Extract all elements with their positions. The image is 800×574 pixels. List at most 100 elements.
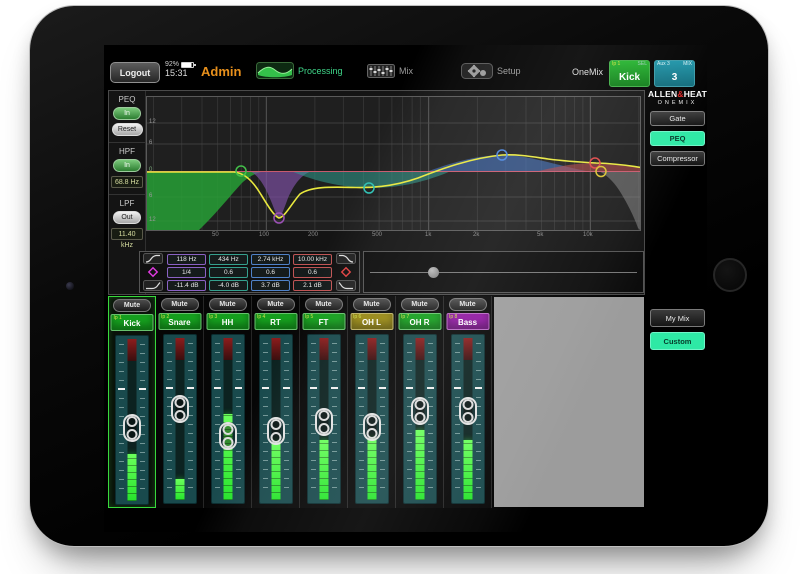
mute-button[interactable]: Mute: [353, 298, 391, 311]
zero-db-tick: [427, 387, 434, 389]
channel-name-button[interactable]: Ip 5 FT: [302, 313, 345, 330]
channel-name-button[interactable]: Ip 4 RT: [254, 313, 297, 330]
divider: [109, 194, 145, 195]
fader-track[interactable]: [163, 334, 197, 504]
fader-track[interactable]: [451, 334, 485, 504]
fader-cap[interactable]: [315, 408, 333, 436]
fader-track[interactable]: [211, 334, 245, 504]
band1-freq[interactable]: 118 Hz: [167, 254, 206, 265]
fader-cap[interactable]: [267, 417, 285, 445]
mute-button[interactable]: Mute: [449, 298, 487, 311]
tab-mix[interactable]: Mix: [367, 64, 413, 78]
band2-freq[interactable]: 434 Hz: [209, 254, 248, 265]
hpf-in-button[interactable]: In: [113, 159, 141, 172]
channel-fader[interactable]: [258, 333, 294, 505]
channel-name-label: Bass: [447, 318, 488, 327]
band3-freq[interactable]: 2.74 kHz: [251, 254, 290, 265]
fader-track[interactable]: [403, 334, 437, 504]
logout-button[interactable]: Logout: [110, 62, 160, 83]
lpf-frequency-value[interactable]: 11.40 kHz: [111, 228, 143, 240]
band1-gain[interactable]: -11.4 dB: [167, 280, 206, 291]
mute-label: Mute: [171, 301, 187, 308]
channel-name-button[interactable]: Ip 6 OH L: [350, 313, 393, 330]
fader-scale-ticks: [476, 343, 481, 495]
high-shelf-curve-icon[interactable]: [336, 280, 356, 291]
mute-button[interactable]: Mute: [113, 299, 151, 312]
mute-button[interactable]: Mute: [161, 298, 199, 311]
selected-mix-button[interactable]: Aux 3 MIX 3: [654, 60, 695, 87]
battery-icon: [181, 62, 194, 68]
channel-fader[interactable]: [114, 334, 150, 506]
custom-button[interactable]: Custom: [650, 332, 705, 350]
band2-width[interactable]: 0.6: [209, 267, 248, 278]
channel-fader[interactable]: [210, 333, 246, 505]
channel-name-button[interactable]: Ip 8 Bass: [446, 313, 489, 330]
channel-fader[interactable]: [162, 333, 198, 505]
peak-diamond-icon[interactable]: [340, 266, 352, 278]
channel-name-label: Kick: [112, 319, 153, 328]
mix-label: MIX: [683, 62, 692, 67]
top-bar: Logout 92% 15:31 Admin Processing: [104, 58, 707, 90]
band2-gain[interactable]: -4.0 dB: [209, 280, 248, 291]
fader-track[interactable]: [307, 334, 341, 504]
fader-cap[interactable]: [363, 413, 381, 441]
fader-cap[interactable]: [219, 422, 237, 450]
zero-db-tick: [310, 387, 317, 389]
divider: [109, 142, 145, 143]
channel-name-button[interactable]: Ip 1 Kick: [111, 314, 154, 331]
selected-channel-button[interactable]: Ip 1 SEL Kick: [609, 60, 650, 87]
fader-track[interactable]: [115, 335, 149, 505]
low-shelf-curve-icon[interactable]: [143, 280, 163, 291]
channel-fader[interactable]: [402, 333, 438, 505]
notch-diamond-icon[interactable]: [147, 266, 159, 278]
band4-freq[interactable]: 10.00 kHz: [293, 254, 332, 265]
tab-processing[interactable]: Processing: [256, 62, 343, 79]
lpf-section-title: LPF: [109, 199, 145, 208]
lpf-out-button[interactable]: Out: [113, 211, 141, 224]
channel-name-button[interactable]: Ip 3 HH: [206, 313, 249, 330]
band4-width[interactable]: 0.6: [293, 267, 332, 278]
x-axis-label: 200: [308, 232, 318, 238]
mute-button[interactable]: Mute: [257, 298, 295, 311]
channel-fader[interactable]: [306, 333, 342, 505]
mute-button[interactable]: Mute: [401, 298, 439, 311]
fader-cap[interactable]: [459, 397, 477, 425]
home-button[interactable]: [713, 258, 747, 292]
fader-cap[interactable]: [123, 414, 141, 442]
fader-track[interactable]: [355, 334, 389, 504]
my-mix-button[interactable]: My Mix: [650, 309, 705, 327]
band3-gain[interactable]: 3.7 dB: [251, 280, 290, 291]
peq-reset-button[interactable]: Reset: [112, 123, 143, 136]
fader-cap[interactable]: [411, 397, 429, 425]
fader-track[interactable]: [259, 334, 293, 504]
hpf-curve-icon[interactable]: [143, 253, 163, 264]
front-camera: [66, 282, 74, 290]
gate-button[interactable]: Gate: [650, 111, 705, 126]
compressor-button[interactable]: Compressor: [650, 151, 705, 166]
band1-width[interactable]: 1/4: [167, 267, 206, 278]
fader-cap[interactable]: [171, 395, 189, 423]
channel-name-button[interactable]: Ip 7 OH R: [398, 313, 441, 330]
lpf-curve-icon[interactable]: [336, 253, 356, 264]
slider-handle[interactable]: [428, 267, 439, 278]
mute-button[interactable]: Mute: [305, 298, 343, 311]
band3-width[interactable]: 0.6: [251, 267, 290, 278]
channel-strip: Mute Ip 6 OH L: [348, 296, 396, 508]
zero-db-tick: [214, 387, 221, 389]
channel-strip: Mute Ip 8 Bass: [444, 296, 492, 508]
mix-number: 3: [655, 72, 694, 83]
peq-button[interactable]: PEQ: [650, 131, 705, 146]
channel-name-button[interactable]: Ip 2 Snare: [158, 313, 201, 330]
band3-params: 2.74 kHz 0.6 3.7 dB: [251, 254, 290, 291]
tab-setup[interactable]: Setup: [461, 63, 521, 79]
zero-db-tick: [166, 387, 173, 389]
eq-curve-graph[interactable]: 12 6 0 6 12: [146, 96, 641, 231]
channel-fader[interactable]: [354, 333, 390, 505]
channel-fader[interactable]: [450, 333, 486, 505]
peq-in-button[interactable]: In: [113, 107, 141, 120]
channel-name-label: HH: [207, 318, 248, 327]
hpf-frequency-value[interactable]: 68.8 Hz: [111, 176, 143, 188]
band4-gain[interactable]: 2.1 dB: [293, 280, 332, 291]
zero-db-tick: [475, 387, 482, 389]
mute-button[interactable]: Mute: [209, 298, 247, 311]
